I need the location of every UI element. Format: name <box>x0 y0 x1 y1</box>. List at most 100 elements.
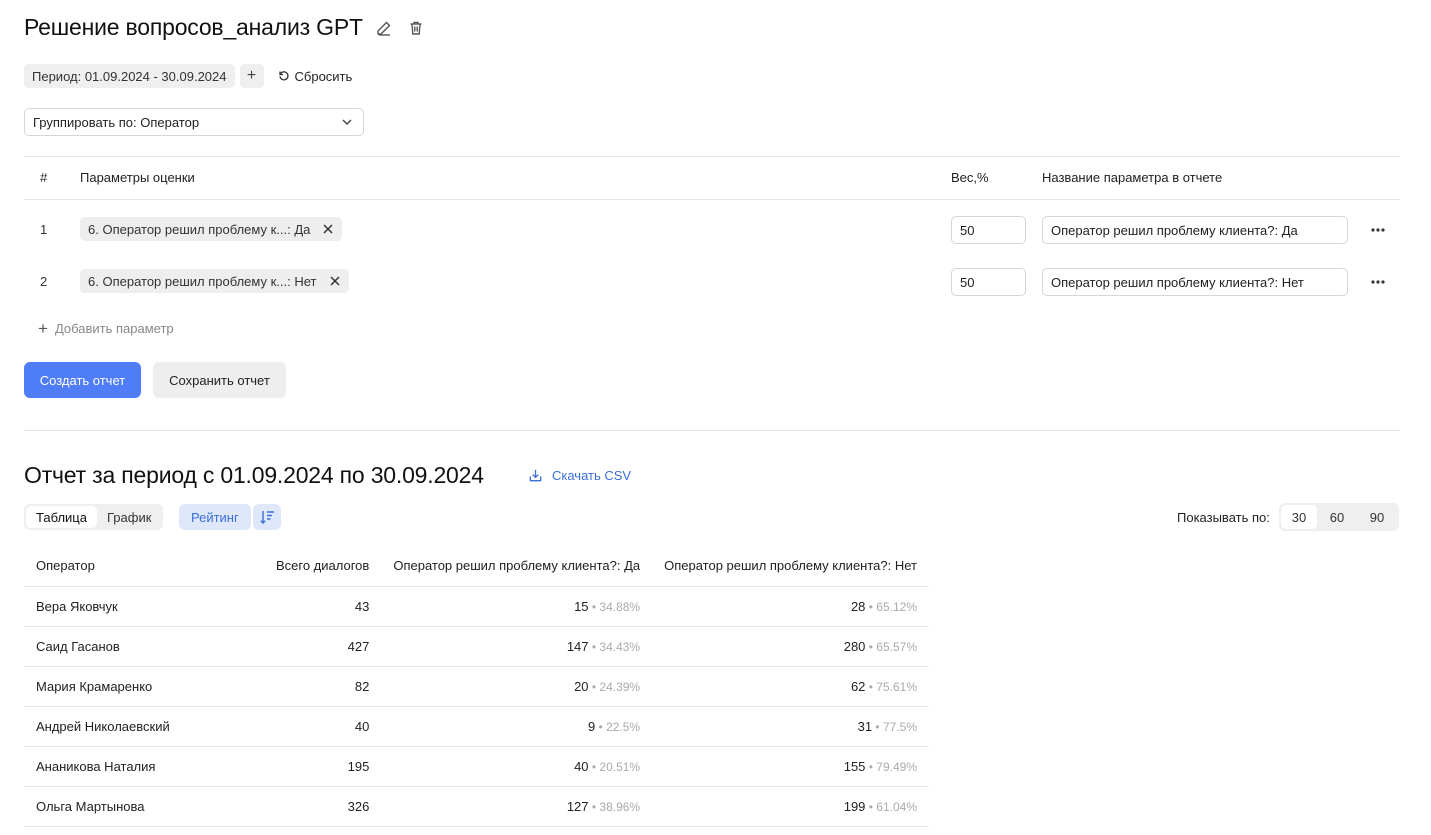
header-report-name: Название параметра в отчете <box>1042 170 1223 185</box>
yes-percent: 22.5% <box>606 719 641 734</box>
yes-cell: 15 • 34.88% <box>381 586 653 627</box>
no-count: 62 <box>850 678 866 694</box>
yes-pct-sep: • <box>588 639 600 654</box>
close-icon[interactable] <box>322 223 334 235</box>
yes-cell: 147 • 34.43% <box>381 626 653 667</box>
download-icon <box>529 469 542 482</box>
sort-icon[interactable] <box>253 504 281 530</box>
yes-percent: 24.39% <box>599 679 641 694</box>
add-filter-button[interactable]: + <box>239 64 264 88</box>
save-report-button[interactable]: Сохранить отчет <box>153 362 286 398</box>
no-count: 31 <box>857 718 873 734</box>
no-pct-sep: • <box>865 799 877 814</box>
yes-cell: 40 • 20.51% <box>381 746 653 787</box>
yes-count: 127 <box>566 798 589 814</box>
table-row[interactable]: Ананикова Наталия 195 40 • 20.51% 155 • 79.… <box>24 746 929 787</box>
column-header[interactable]: Оператор решил проблему клиента?: Нет <box>652 546 929 587</box>
yes-percent: 38.96% <box>599 799 641 814</box>
no-cell: 155 • 79.49% <box>652 746 929 787</box>
param-row-num: 1 <box>40 222 48 237</box>
yes-count: 40 <box>574 758 589 774</box>
tab-table[interactable]: Таблица <box>26 506 97 528</box>
table-row[interactable]: Вера Яковчук 43 15 • 34.88% 28 • 65.12% <box>24 586 929 627</box>
header-num: # <box>40 170 48 185</box>
total-cell: 40 <box>251 706 382 747</box>
plus-icon: + <box>38 319 48 338</box>
add-param-button[interactable]: + Добавить параметр <box>38 320 174 337</box>
table-row[interactable]: Ольга Мартынова 326 127 • 38.96% 199 • 61.0… <box>24 786 929 827</box>
filters-bar: Период: 01.09.2024 - 30.09.2024 + Сброси… <box>24 64 352 88</box>
page-header: Решение вопросов_анализ GPT <box>24 14 427 41</box>
no-count: 155 <box>843 758 866 774</box>
table-row[interactable]: Андрей Николаевский 40 9 • 22.5% 31 • 77.5% <box>24 706 929 747</box>
yes-pct-sep: • <box>588 599 600 614</box>
no-cell: 62 • 75.61% <box>652 666 929 707</box>
no-percent: 77.5% <box>882 719 917 734</box>
period-chip[interactable]: Период: 01.09.2024 - 30.09.2024 <box>24 64 235 88</box>
more-icon[interactable] <box>1368 220 1388 240</box>
total-cell: 43 <box>251 586 382 627</box>
no-pct-sep: • <box>865 679 877 694</box>
column-header[interactable]: Оператор решил проблему клиента?: Да <box>381 546 653 587</box>
yes-cell: 127 • 38.96% <box>381 786 653 827</box>
no-pct-sep: • <box>865 759 877 774</box>
pencil-icon[interactable] <box>373 17 395 39</box>
no-percent: 75.61% <box>876 679 917 694</box>
per-page-90[interactable]: 90 <box>1357 505 1397 529</box>
divider <box>24 430 1400 431</box>
per-page-selector: 30 60 90 <box>1279 503 1399 531</box>
close-icon[interactable] <box>329 275 341 287</box>
report-title: Отчет за период с 01.09.2024 по 30.09.20… <box>24 462 484 488</box>
no-cell: 28 • 65.12% <box>652 586 929 627</box>
report-name-input[interactable] <box>1042 268 1348 296</box>
total-cell: 326 <box>251 786 382 827</box>
param-row-num: 2 <box>40 274 48 289</box>
yes-count: 147 <box>566 638 589 654</box>
no-count: 28 <box>850 598 866 614</box>
operator-cell: Ольга Мартынова <box>24 786 252 827</box>
per-page-30[interactable]: 30 <box>1281 505 1317 529</box>
report-name-input[interactable] <box>1042 216 1348 244</box>
tab-chart[interactable]: График <box>97 506 161 528</box>
header-params: Параметры оценки <box>80 170 195 185</box>
weight-input[interactable] <box>951 268 1026 296</box>
more-icon[interactable] <box>1368 272 1388 292</box>
yes-pct-sep: • <box>588 759 600 774</box>
total-cell: 82 <box>251 666 382 707</box>
weight-input[interactable] <box>951 216 1026 244</box>
no-percent: 65.12% <box>876 599 917 614</box>
table-header-row: Оператор Всего диалогов Оператор решил п… <box>24 546 929 587</box>
header-weight: Вес,% <box>951 170 989 185</box>
column-header[interactable]: Всего диалогов <box>251 546 382 587</box>
trash-icon[interactable] <box>405 17 427 39</box>
no-percent: 79.49% <box>876 759 917 774</box>
table-row[interactable]: Саид Гасанов 427 147 • 34.43% 280 • 65.57% <box>24 626 929 667</box>
page-title: Решение вопросов_анализ GPT <box>24 14 363 40</box>
no-percent: 65.57% <box>876 639 917 654</box>
table-row[interactable]: Мария Крамаренко 82 20 • 24.39% 62 • 75.61% <box>24 666 929 707</box>
group-by-select[interactable]: Группировать по: Оператор <box>24 108 364 136</box>
param-tag: 6. Оператор решил проблему к...: Да <box>80 217 343 241</box>
total-cell: 427 <box>251 626 382 667</box>
yes-pct-sep: • <box>588 799 600 814</box>
yes-cell: 9 • 22.5% <box>381 706 653 747</box>
report-table: Оператор Всего диалогов Оператор решил п… <box>24 546 929 827</box>
rating-button[interactable]: Рейтинг <box>179 504 251 530</box>
per-page-60[interactable]: 60 <box>1317 505 1357 529</box>
column-header[interactable]: Оператор <box>24 546 252 587</box>
divider <box>24 156 1400 157</box>
total-cell: 195 <box>251 746 382 787</box>
no-pct-sep: • <box>865 599 877 614</box>
yes-percent: 20.51% <box>599 759 641 774</box>
reset-button[interactable]: Сбросить <box>278 69 352 84</box>
no-cell: 31 • 77.5% <box>652 706 929 747</box>
no-pct-sep: • <box>865 639 877 654</box>
yes-count: 15 <box>574 598 589 614</box>
per-page-label: Показывать по: <box>1177 510 1270 525</box>
view-tabs: Таблица График <box>24 504 164 530</box>
param-tag: 6. Оператор решил проблему к...: Нет <box>80 269 349 293</box>
create-report-button[interactable]: Создать отчет <box>24 362 141 398</box>
no-count: 199 <box>843 798 866 814</box>
download-csv-link[interactable]: Скачать CSV <box>528 468 631 483</box>
operator-cell: Саид Гасанов <box>24 626 252 667</box>
